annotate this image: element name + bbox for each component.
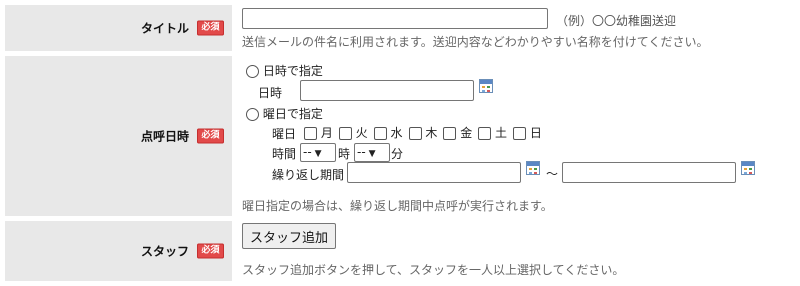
weekday-mon-checkbox[interactable] xyxy=(304,127,317,140)
required-badge: 必須 xyxy=(197,243,224,259)
weekday-fri-label: 金 xyxy=(460,126,473,140)
weekday-label: 曜日 xyxy=(272,127,297,141)
hour-unit: 時 xyxy=(338,147,351,161)
repeat-label: 繰り返し期間 xyxy=(272,168,345,182)
title-label: タイトル xyxy=(140,21,189,36)
weekday-checkboxes: 月 火 水 木 金 土 日 xyxy=(304,124,542,141)
weekday-tue-label: 火 xyxy=(355,126,368,140)
weekday-sat[interactable]: 土 xyxy=(478,124,507,141)
staff-row: スタッフ 必須 スタッフ追加 スタッフ追加ボタンを押して、スタッフを一人以上選択… xyxy=(0,221,800,281)
required-badge: 必須 xyxy=(197,128,224,144)
option-weekday[interactable]: 曜日で指定 xyxy=(246,105,323,122)
weekday-tue[interactable]: 火 xyxy=(338,124,368,141)
weekday-fri-checkbox[interactable] xyxy=(443,127,457,140)
weekday-sun-label: 日 xyxy=(529,126,542,140)
time-label: 時間 xyxy=(272,147,297,161)
weekday-thu-label: 木 xyxy=(425,126,438,140)
datetime-label: 日時 xyxy=(258,86,283,100)
weekday-thu-checkbox[interactable] xyxy=(408,127,422,140)
weekday-sun[interactable]: 日 xyxy=(513,124,542,141)
staff-label-cell: スタッフ 必須 xyxy=(5,221,232,281)
datetime-input[interactable] xyxy=(300,80,474,101)
staff-hint: スタッフ追加ボタンを押して、スタッフを一人以上選択してください。 xyxy=(242,263,625,277)
required-badge: 必須 xyxy=(197,20,224,36)
hour-select-value: -- xyxy=(303,145,312,159)
repeat-start-input[interactable] xyxy=(347,162,521,183)
weekday-radio[interactable] xyxy=(246,108,259,121)
weekday-wed-label: 水 xyxy=(390,126,403,140)
weekday-sat-checkbox[interactable] xyxy=(478,127,492,140)
calendar-icon[interactable] xyxy=(741,161,755,175)
option-datetime-label: 日時で指定 xyxy=(262,64,323,78)
weekday-mon-label: 月 xyxy=(320,126,333,140)
datetime-radio[interactable] xyxy=(246,65,259,78)
weekday-wed-checkbox[interactable] xyxy=(373,127,387,140)
weekday-thu[interactable]: 木 xyxy=(408,124,438,141)
option-weekday-label: 曜日で指定 xyxy=(262,107,323,121)
minute-unit: 分 xyxy=(391,147,404,161)
title-row: タイトル 必須 （例）〇〇幼稚園送迎 送信メールの件名に利用されます。送迎内容な… xyxy=(0,5,800,51)
rollcall-row: 点呼日時 必須 日時で指定 日時 曜日で指定 曜日 月 火 水 木 金 土 日 … xyxy=(0,56,800,216)
add-staff-button[interactable]: スタッフ追加 xyxy=(242,223,337,249)
weekday-fri[interactable]: 金 xyxy=(443,124,472,141)
weekday-sat-label: 土 xyxy=(495,126,508,140)
chevron-down-icon: ▼ xyxy=(368,149,376,159)
repeat-end-input[interactable] xyxy=(562,162,736,183)
hour-select[interactable]: -- ▼ xyxy=(300,143,336,162)
range-tilde: ～ xyxy=(546,167,559,181)
minute-select-value: -- xyxy=(357,145,366,159)
weekday-mon[interactable]: 月 xyxy=(304,124,333,141)
weekday-tue-checkbox[interactable] xyxy=(338,127,352,140)
title-label-cell: タイトル 必須 xyxy=(5,5,232,51)
option-datetime[interactable]: 日時で指定 xyxy=(246,62,323,79)
title-hint: 送信メールの件名に利用されます。送迎内容などわかりやすい名称を付けてください。 xyxy=(242,35,709,49)
title-example: （例）〇〇幼稚園送迎 xyxy=(556,14,677,28)
calendar-icon[interactable] xyxy=(479,79,493,93)
weekday-wed[interactable]: 水 xyxy=(373,124,403,141)
title-input[interactable] xyxy=(242,8,548,29)
rollcall-hint: 曜日指定の場合は、繰り返し期間中点呼が実行されます。 xyxy=(242,199,553,213)
chevron-down-icon: ▼ xyxy=(314,149,322,159)
weekday-sun-checkbox[interactable] xyxy=(513,127,527,140)
rollcall-label: 点呼日時 xyxy=(140,129,189,144)
minute-select[interactable]: -- ▼ xyxy=(354,143,390,162)
rollcall-label-cell: 点呼日時 必須 xyxy=(5,56,232,216)
staff-label: スタッフ xyxy=(140,244,189,259)
calendar-icon[interactable] xyxy=(526,161,540,175)
